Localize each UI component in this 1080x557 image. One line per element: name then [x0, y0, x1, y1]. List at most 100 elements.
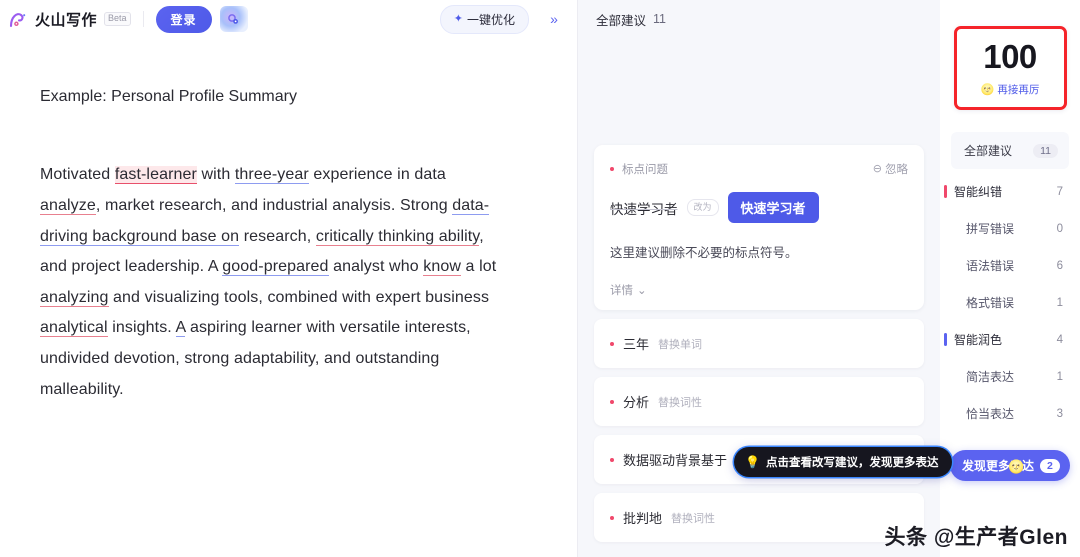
category-label: 智能润色: [954, 333, 1003, 347]
document-text-span: research,: [239, 227, 316, 245]
login-button[interactable]: 登录: [155, 5, 212, 33]
severity-dot-icon: [610, 341, 614, 346]
suggestions-header-count: 11: [653, 12, 666, 26]
document-issue-span[interactable]: analyze: [40, 196, 96, 215]
document-text-span: with: [196, 166, 235, 184]
category-item-4[interactable]: 格式错误 1: [940, 284, 1080, 321]
severity-dot-icon: [610, 167, 614, 171]
hint-tooltip-text: 点击查看改写建议，发现更多表达: [765, 457, 939, 469]
document-issue-span[interactable]: three-year: [234, 166, 309, 185]
suggestion-card[interactable]: 标点问题 ⊖ 忽略 快速学习者 改为 快速学习者 这里建议删除不必要的标点符号。…: [594, 145, 924, 310]
suggestion-change-row: 快速学习者 改为 快速学习者: [610, 192, 908, 223]
category-item-0[interactable]: 全部建议 11: [951, 132, 1069, 169]
category-item-5[interactable]: 智能润色 4: [940, 321, 1080, 358]
suggestion-row-action: 替换词性: [658, 396, 703, 409]
category-color-bar: [944, 333, 947, 346]
category-count: 11: [1033, 143, 1058, 158]
chevron-double-right-icon[interactable]: »: [541, 6, 567, 32]
score-emoji-icon: 🌝: [980, 83, 995, 96]
ignore-button[interactable]: ⊖ 忽略: [873, 161, 908, 177]
severity-dot-icon: [610, 399, 614, 404]
detail-label: 详情: [610, 285, 633, 297]
document-text-span: Motivated: [40, 166, 115, 184]
document-issue-span[interactable]: fast-learner: [114, 166, 197, 185]
document-text-span: , market research, and industrial analys…: [95, 196, 453, 214]
category-label: 智能纠错: [954, 185, 1003, 199]
category-item-1[interactable]: 智能纠错 7: [940, 173, 1080, 210]
suggestions-header-label: 全部建议: [596, 13, 647, 28]
lightbulb-icon: 💡: [745, 455, 760, 469]
original-text: 快速学习者: [610, 201, 678, 217]
top-toolbar: 火山写作 Beta 登录 ✦ 一键优化 »: [0, 0, 577, 38]
optimize-button[interactable]: ✦ 一键优化: [439, 4, 529, 34]
category-label: 简洁表达: [966, 370, 1015, 384]
suggestion-row-word: 分析: [623, 395, 650, 410]
document-issue-span[interactable]: critically thinking ability: [315, 227, 480, 246]
mini-suggestion-rows: 三年替换单词分析替换词性数据驱动背景基于替换单词批判地替换词性: [594, 319, 924, 542]
brand-name: 火山写作: [35, 11, 98, 29]
suggestions-column: 全部建议 11 标点问题 ⊖ 忽略 快速学习者 改为 快速学习者 这里建议删除不…: [578, 0, 953, 557]
score-value: 100: [979, 37, 1041, 77]
suggestion-row[interactable]: 分析 替换词性: [594, 377, 924, 426]
score-panel-column: 100 🌝 再接再厉 全部建议 11 智能纠错 7 拼写错误 0 语法错误 6 格式错误 1 智能润…: [940, 0, 1080, 557]
discover-more-emoji-icon: 🌝: [1008, 459, 1025, 474]
document-text-span: experience in data: [308, 166, 446, 184]
toolbar-divider: [142, 11, 144, 27]
optimize-label: 一键优化: [466, 12, 515, 27]
magic-wand-icon[interactable]: [219, 6, 248, 32]
document-text-span: analyst who: [328, 258, 424, 276]
suggestion-row[interactable]: 三年 替换单词: [594, 319, 924, 368]
suggestion-row-action: 替换词性: [671, 512, 716, 525]
suggestions-header: 全部建议 11: [578, 0, 940, 38]
severity-dot-icon: [610, 457, 614, 462]
category-color-bar: [944, 185, 947, 198]
watermark: 头条 @生产者Glen: [884, 526, 1068, 549]
document-body[interactable]: Motivated fast-learner with three-year e…: [40, 160, 510, 405]
document-issue-span[interactable]: know: [423, 258, 462, 277]
volcano-logo-icon: [8, 8, 30, 30]
category-count: 4: [1056, 333, 1063, 346]
chevron-down-icon: ⌄: [637, 285, 647, 297]
apply-replacement-button[interactable]: 快速学习者: [727, 192, 819, 223]
document-text-span: a lot: [461, 258, 497, 276]
category-label: 拼写错误: [966, 222, 1015, 236]
suggestions-list[interactable]: 标点问题 ⊖ 忽略 快速学习者 改为 快速学习者 这里建议删除不必要的标点符号。…: [578, 38, 940, 557]
score-subtitle-label: 再接再厉: [997, 83, 1040, 96]
category-label: 格式错误: [966, 296, 1015, 310]
suggestion-row[interactable]: 批判地 替换词性: [594, 493, 924, 542]
score-subtitle: 🌝 再接再厉: [981, 82, 1040, 97]
document-issue-span[interactable]: A: [175, 319, 186, 338]
suggestion-kind: 标点问题: [622, 164, 668, 176]
category-list: 全部建议 11 智能纠错 7 拼写错误 0 语法错误 6 格式错误 1 智能润色 4 简洁表达 1 恰当表达…: [940, 132, 1080, 432]
category-count: 7: [1056, 185, 1063, 198]
editor-column: 火山写作 Beta 登录 ✦ 一键优化 » Example: Personal …: [0, 0, 578, 557]
category-item-2[interactable]: 拼写错误 0: [940, 210, 1080, 247]
category-label: 恰当表达: [966, 407, 1015, 421]
severity-dot-icon: [610, 515, 614, 520]
document-title: Example: Personal Profile Summary: [40, 88, 297, 105]
app-root: 火山写作 Beta 登录 ✦ 一键优化 » Example: Personal …: [0, 0, 1080, 557]
category-count: 0: [1056, 222, 1063, 235]
category-item-7[interactable]: 恰当表达 3: [940, 395, 1080, 432]
document-issue-span[interactable]: analyzing: [40, 288, 109, 307]
minus-circle-icon: ⊖: [872, 162, 882, 175]
category-count: 1: [1056, 296, 1063, 309]
category-count: 3: [1056, 407, 1063, 420]
category-count: 6: [1056, 259, 1063, 272]
suggestion-row-action: 替换单词: [658, 338, 703, 351]
detail-toggle[interactable]: 详情 ⌄: [610, 282, 908, 298]
suggestion-row-word: 三年: [623, 337, 650, 352]
discover-more-button[interactable]: 发现更多表达 2 🌝: [950, 450, 1070, 481]
brand: 火山写作 Beta: [8, 8, 131, 30]
category-count: 1: [1056, 370, 1063, 383]
suggestion-card-header: 标点问题 ⊖ 忽略: [610, 161, 908, 177]
document-area[interactable]: Example: Personal Profile Summary Motiva…: [0, 38, 577, 557]
document-issue-span[interactable]: analytical: [40, 319, 108, 338]
category-label: 语法错误: [966, 259, 1015, 273]
category-item-6[interactable]: 简洁表达 1: [940, 358, 1080, 395]
suggestion-row-word: 数据驱动背景基于: [623, 453, 728, 468]
suggestion-description: 这里建议删除不必要的标点符号。: [610, 246, 798, 260]
document-issue-span[interactable]: good-prepared: [222, 258, 329, 277]
category-item-3[interactable]: 语法错误 6: [940, 247, 1080, 284]
hint-tooltip: 💡 点击查看改写建议，发现更多表达: [734, 447, 953, 477]
